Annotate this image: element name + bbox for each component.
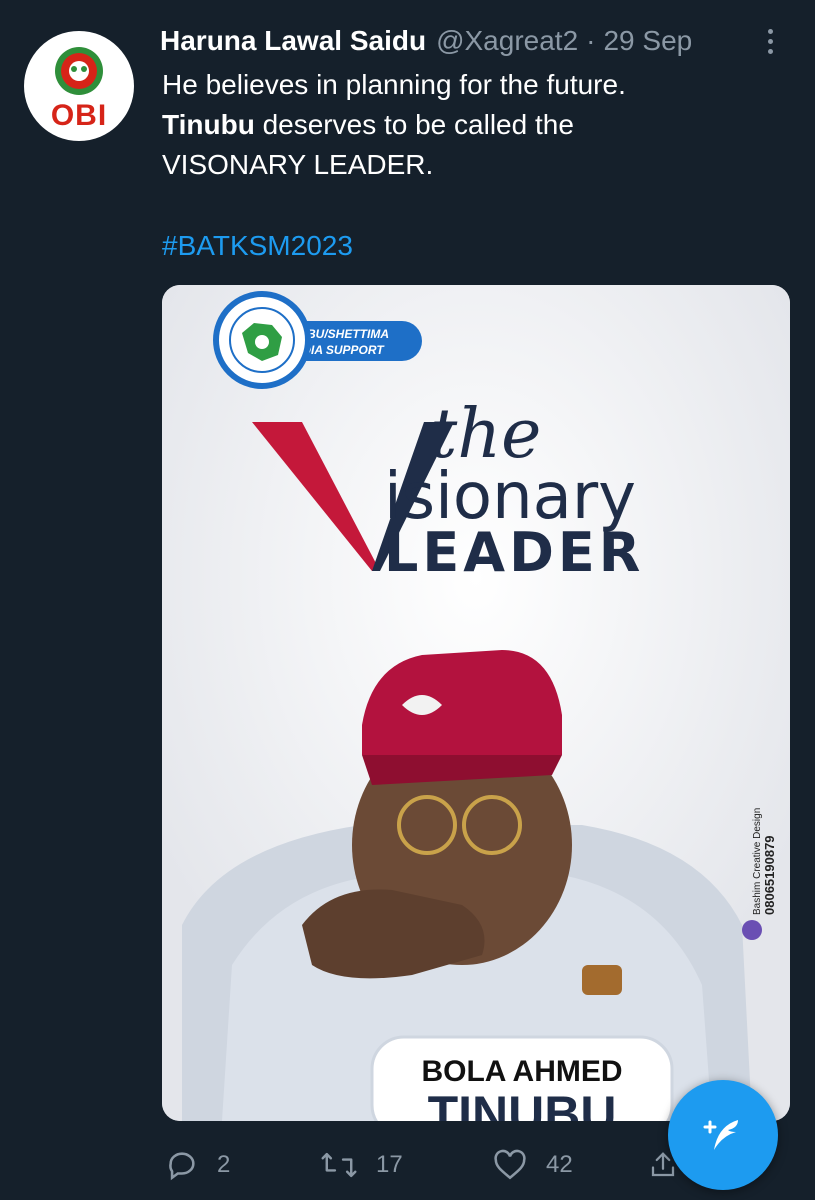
retweet-button[interactable]: 17 [320,1140,403,1190]
tweet-header: Haruna Lawal Saidu @Xagreat2 · 29 Sep [160,24,692,58]
reply-count: 2 [217,1151,231,1178]
tweet-line-3: VISONARY LEADER. [162,149,434,180]
more-icon[interactable] [764,26,776,56]
retweet-icon [321,1152,357,1178]
retweet-count: 17 [376,1151,403,1178]
author-handle[interactable]: @Xagreat2 [436,25,578,57]
poster-leader: LEADER [384,521,644,584]
name-line-1: BOLA AHMED [421,1055,622,1088]
separator-dot: · [586,25,596,56]
avatar[interactable]: OBI [24,31,134,141]
tweet-date[interactable]: 29 Sep [603,25,692,57]
avatar-logo-text: OBI [50,99,108,132]
tweet-line-2-rest: deserves to be called the [254,109,574,140]
like-icon [494,1149,526,1180]
reply-icon [169,1152,195,1181]
tweet-media-image[interactable]: TINUBU/SHETTIMA MEDIA SUPPORT the isiona… [162,285,790,1121]
name-line-2: TINUBU [428,1086,617,1121]
credit-line-2: 08065190879 [762,835,777,915]
tweet-text: He believes in planning for the future. … [162,65,782,185]
tweet-bold-word: Tinubu [162,109,255,140]
compose-button[interactable] [668,1080,778,1190]
author-name[interactable]: Haruna Lawal Saidu [160,25,426,57]
like-button[interactable]: 42 [492,1140,573,1190]
name-plate: BOLA AHMED TINUBU [370,1035,674,1121]
reply-button[interactable]: 2 [165,1140,230,1190]
compose-icon [703,1120,738,1150]
tweet-line-1: He believes in planning for the future. [162,69,626,100]
tweet-line-2: Tinubu deserves to be called the [162,105,782,145]
poster-artwork: TINUBU/SHETTIMA MEDIA SUPPORT the isiona… [162,285,790,1121]
hashtag-link[interactable]: #BATKSM2023 [162,230,353,262]
like-count: 42 [546,1151,573,1178]
